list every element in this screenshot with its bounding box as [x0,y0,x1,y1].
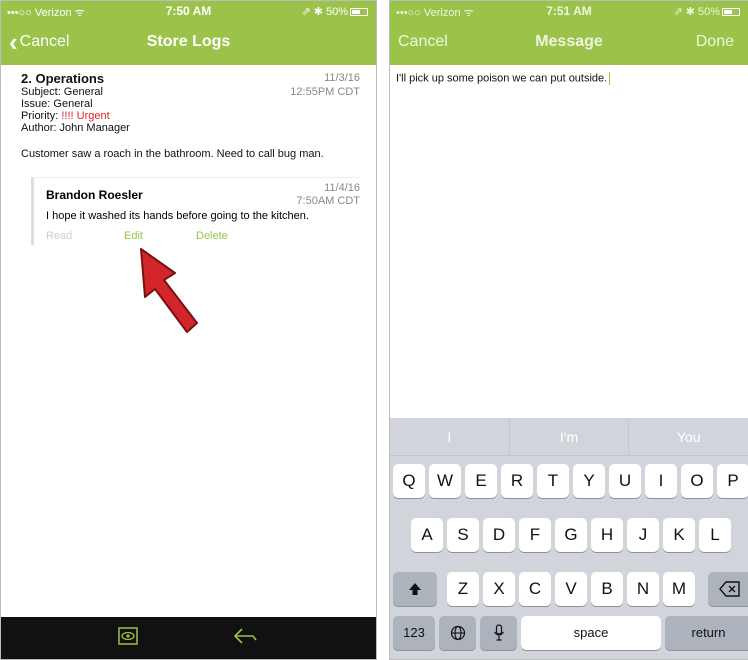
key-a[interactable]: A [411,518,443,552]
keyboard: I I'm You QWERTYUIOP ASDFGHJKL ZXCVBNM 1… [390,418,748,659]
battery-status: ⇗ ✱ 50% [673,5,740,18]
comment-text: I hope it washed its hands before going … [46,210,309,222]
battery-status: ⇗ ✱ 50% [301,5,368,18]
key-k[interactable]: K [663,518,695,552]
comment-date-time: 7:50AM CDT [296,195,360,207]
nav-bar: ‹ Cancel Store Logs [1,21,376,65]
suggestion-bar: I I'm You [390,418,748,456]
battery-label: ⇗ ✱ 50% [301,6,348,18]
key-l[interactable]: L [699,518,731,552]
key-row-4: 123 space return [390,616,748,652]
comment-date-day: 11/4/16 [324,182,360,194]
reply-icon[interactable] [233,627,257,645]
log-entry: 2. Operations 11/3/16 12:55PM CDT Subjec… [21,71,360,160]
message-text: I'll pick up some poison we can put outs… [396,72,608,85]
store-logs-screen: •••○○ Verizon ᯤ 7:50 AM ⇗ ✱ 50% ‹ Cancel… [0,0,377,660]
key-v[interactable]: V [555,572,587,606]
cancel-button[interactable]: ‹ Cancel [9,27,70,57]
key-row-1: QWERTYUIOP [390,464,748,500]
done-button[interactable]: Done [696,33,734,51]
key-r[interactable]: R [501,464,533,498]
return-key[interactable]: return [665,616,748,650]
key-f[interactable]: F [519,518,551,552]
log-date-time: 12:55PM CDT [290,86,360,98]
key-q[interactable]: Q [393,464,425,498]
microphone-icon [493,624,504,641]
red-arrow-annotation [140,248,198,333]
globe-icon [450,625,465,641]
battery-icon [722,8,740,17]
key-d[interactable]: D [483,518,515,552]
delete-key[interactable] [708,572,748,606]
cancel-button[interactable]: Cancel [398,33,448,51]
key-u[interactable]: U [609,464,641,498]
key-p[interactable]: P [717,464,748,498]
key-m[interactable]: M [663,572,695,606]
key-w[interactable]: W [429,464,461,498]
chevron-left-icon: ‹ [9,27,18,57]
key-c[interactable]: C [519,572,551,606]
shift-key[interactable] [393,572,437,606]
log-body: Customer saw a roach in the bathroom. Ne… [21,148,324,160]
key-b[interactable]: B [591,572,623,606]
numbers-key[interactable]: 123 [393,616,435,650]
key-e[interactable]: E [465,464,497,498]
shift-icon [409,583,421,595]
key-n[interactable]: N [627,572,659,606]
comment-date: 11/4/16 7:50AM CDT [296,182,360,208]
key-i[interactable]: I [645,464,677,498]
battery-icon [350,8,368,17]
priority-value: !!!! Urgent [61,110,110,122]
read-button: Read [46,230,73,242]
eye-icon[interactable] [118,627,138,645]
key-g[interactable]: G [555,518,587,552]
key-z[interactable]: Z [447,572,479,606]
key-t[interactable]: T [537,464,569,498]
key-h[interactable]: H [591,518,623,552]
log-priority: Priority: !!!! Urgent [21,110,360,122]
cancel-label: Cancel [19,33,70,50]
text-cursor [609,72,611,85]
key-row-2: ASDFGHJKL [390,518,748,554]
suggestion-1[interactable]: I [390,418,510,455]
key-o[interactable]: O [681,464,713,498]
status-bar: •••○○ Verizon ᯤ 7:51 AM ⇗ ✱ 50% [390,1,748,21]
globe-key[interactable] [439,616,476,650]
priority-label: Priority: [21,110,62,122]
suggestion-2[interactable]: I'm [510,418,630,455]
log-issue: Issue: General [21,98,93,110]
space-key[interactable]: space [521,616,661,650]
bottom-toolbar [1,617,376,659]
message-screen: •••○○ Verizon ᯤ 7:51 AM ⇗ ✱ 50% Cancel M… [389,0,748,660]
key-y[interactable]: Y [573,464,605,498]
comment-card: Brandon Roesler 11/4/16 7:50AM CDT I hop… [31,177,360,245]
battery-label: ⇗ ✱ 50% [673,6,720,18]
log-author: Author: John Manager [21,122,130,134]
key-x[interactable]: X [483,572,515,606]
dictation-key[interactable] [480,616,517,650]
nav-bar: Cancel Message Done [390,21,748,65]
suggestion-3[interactable]: You [629,418,748,455]
key-row-3: ZXCVBNM [390,572,748,608]
key-j[interactable]: J [627,518,659,552]
message-input[interactable]: I'll pick up some poison we can put outs… [396,72,611,85]
edit-button[interactable]: Edit [124,230,143,242]
log-date: 11/3/16 12:55PM CDT [290,71,360,99]
status-bar: •••○○ Verizon ᯤ 7:50 AM ⇗ ✱ 50% [1,1,376,21]
log-date-day: 11/3/16 [324,72,360,84]
backspace-icon [719,581,740,597]
key-s[interactable]: S [447,518,479,552]
delete-button[interactable]: Delete [196,230,228,242]
